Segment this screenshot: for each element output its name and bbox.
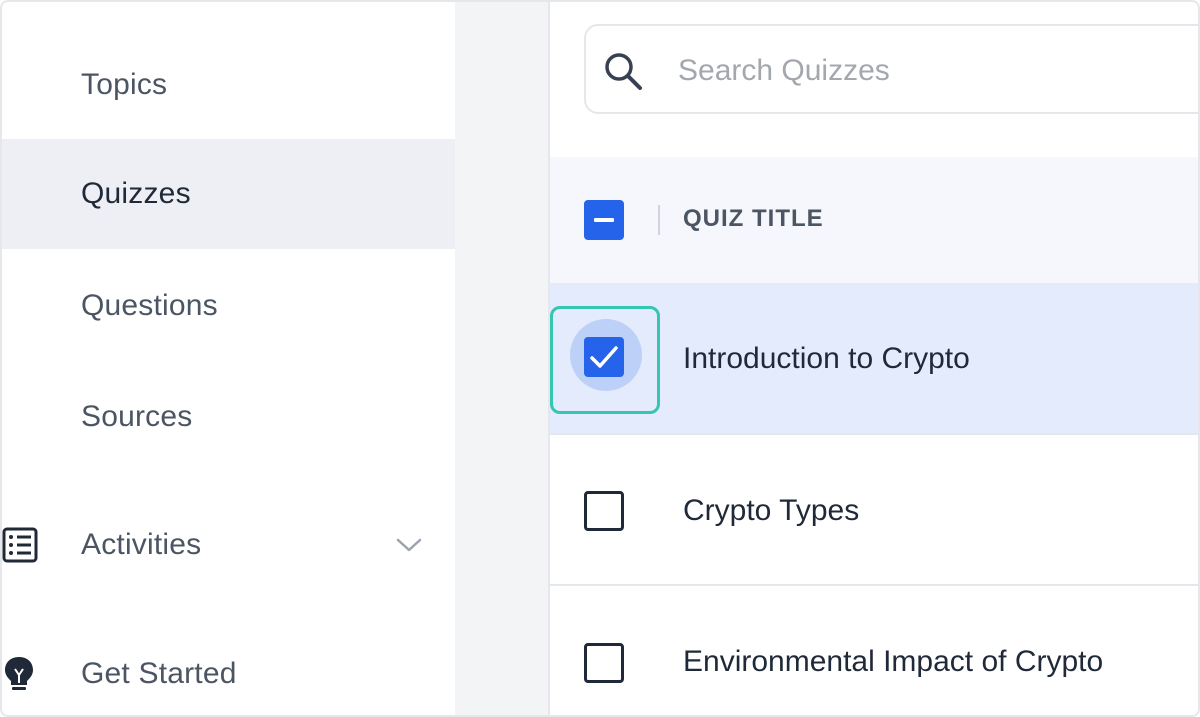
row-checkbox[interactable] (584, 337, 624, 377)
sidebar-item-questions[interactable]: Questions (2, 251, 455, 361)
quiz-title[interactable]: Environmental Impact of Crypto (683, 645, 1103, 679)
sidebar-item-quizzes[interactable]: Quizzes (2, 139, 455, 249)
table-row[interactable]: Environmental Impact of Crypto (550, 586, 1198, 715)
search-box[interactable] (584, 24, 1198, 114)
sidebar-item-label: Activities (81, 528, 202, 561)
table-header: QUIZ TITLE (550, 157, 1198, 283)
sidebar-item-label: Topics (81, 68, 168, 101)
row-checkbox[interactable] (584, 491, 624, 531)
table-row[interactable]: Introduction to Crypto (550, 283, 1198, 435)
table-row[interactable]: Crypto Types (550, 435, 1198, 586)
column-header-quiz-title[interactable]: QUIZ TITLE (683, 205, 824, 233)
chevron-down-icon[interactable] (394, 530, 424, 560)
sidebar-item-label: Sources (81, 400, 193, 433)
quiz-title[interactable]: Crypto Types (683, 494, 859, 528)
sidebar-item-activities[interactable]: Activities (2, 490, 455, 600)
quiz-title[interactable]: Introduction to Crypto (683, 342, 970, 376)
sidebar-item-label: Questions (81, 289, 218, 322)
list-icon (2, 525, 42, 565)
select-all-checkbox[interactable] (584, 200, 624, 240)
sidebar: Topics Quizzes Questions Sources Activit… (2, 2, 455, 715)
sidebar-item-topics[interactable]: Topics (2, 30, 455, 140)
sidebar-item-label: Quizzes (81, 177, 191, 210)
quizzes-panel: QUIZ TITLE Introduction to Crypto Crypto… (548, 2, 1198, 715)
row-checkbox[interactable] (584, 643, 624, 683)
lightbulb-icon (2, 654, 42, 694)
sidebar-item-get-started[interactable]: Get Started (2, 619, 455, 715)
header-divider (658, 205, 660, 235)
sidebar-item-label: Get Started (81, 657, 237, 690)
app-window: Topics Quizzes Questions Sources Activit… (0, 0, 1200, 717)
content-gutter (455, 2, 548, 715)
search-input[interactable] (678, 48, 1198, 94)
checkmark-icon (590, 346, 618, 368)
search-icon (602, 50, 646, 94)
sidebar-item-sources[interactable]: Sources (2, 362, 455, 472)
